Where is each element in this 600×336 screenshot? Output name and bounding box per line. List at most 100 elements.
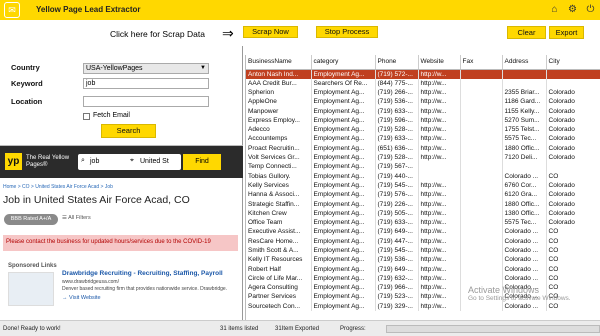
table-cell: http://w... — [418, 301, 461, 311]
table-row[interactable]: Kelly IT Resources Employment Ag... (719) … — [246, 255, 600, 265]
keyword-input[interactable]: job — [83, 78, 209, 89]
table-cell — [502, 78, 547, 88]
results-grid[interactable]: BusinessName category Phone Website Fax Addre… — [245, 55, 600, 320]
ad-title-link[interactable]: Drawbridge Recruiting - Recruiting, Staf… — [62, 270, 223, 277]
clear-button[interactable]: Clear — [507, 26, 546, 39]
all-filters-button[interactable]: ☰ All Filters — [62, 215, 91, 221]
table-cell: Employment Ag... — [311, 217, 376, 228]
table-row[interactable]: ResCare Home... Employment Ag... (719) 447… — [246, 236, 600, 246]
table-cell: Sourcetech Con... — [246, 301, 312, 311]
table-cell: Employment Ag... — [311, 97, 376, 107]
yp-search-what[interactable]: job — [90, 158, 99, 165]
table-row[interactable]: Express Employ... Employment Ag... (719) 5… — [246, 115, 600, 125]
table-cell: http://w... — [418, 217, 461, 228]
column-header[interactable]: Website — [418, 55, 461, 70]
table-row[interactable]: Volt Services Gr... Employment Ag... (719)… — [246, 152, 600, 163]
table-cell: (719) 329-... — [375, 301, 419, 311]
chevron-down-icon: ▼ — [200, 65, 206, 71]
table-cell: Strategic Staffin... — [246, 199, 312, 209]
bbb-filter-chip[interactable]: BBB Rated A+/A — [4, 214, 58, 225]
table-row[interactable]: AAA Credit Bur... Searchers Of Re... (844)… — [246, 78, 600, 88]
table-row[interactable]: Robert Half Employment Ag... (719) 649-...… — [246, 264, 600, 274]
table-cell: Employment Ag... — [311, 171, 376, 181]
table-cell: 6120 Gra... — [502, 190, 547, 200]
table-row[interactable]: Anton Nash Ind... Employment Ag... (719) 5… — [246, 69, 600, 79]
table-cell: CO — [546, 171, 600, 181]
table-cell — [546, 162, 600, 172]
column-header[interactable]: category — [311, 55, 376, 70]
table-cell: Colorado — [546, 134, 600, 144]
gear-icon[interactable]: ⚙ — [566, 3, 579, 16]
table-cell: 1880 Offic... — [502, 199, 547, 209]
column-header[interactable]: City — [546, 55, 600, 70]
table-cell: http://w... — [418, 87, 461, 98]
column-header[interactable]: Phone — [375, 55, 419, 70]
table-row[interactable]: AppleOne Employment Ag... (719) 536-... htt… — [246, 97, 600, 107]
table-row[interactable]: Proact Recruitin... Employment Ag... (651)… — [246, 143, 600, 153]
home-icon[interactable]: ⌂ — [548, 3, 561, 16]
items-exported: 31Item Exported — [275, 326, 320, 332]
results-table: BusinessName category Phone Website Fax Addre… — [246, 55, 600, 311]
column-header[interactable]: Fax — [460, 55, 503, 70]
ad-thumbnail[interactable] — [8, 272, 54, 306]
table-row[interactable]: Kitchen Crew Employment Ag... (719) 505-..… — [246, 208, 600, 218]
table-row[interactable]: Strategic Staffin... Employment Ag... (719… — [246, 199, 600, 209]
table-cell: Employment Ag... — [311, 273, 376, 284]
table-row[interactable]: Temp Connecti... Employment Ag... (719) 56… — [246, 162, 600, 172]
table-cell: (719) 966-... — [375, 283, 419, 293]
yp-find-button[interactable]: Find — [183, 154, 221, 170]
table-row[interactable]: Tobias Gullory. Employment Ag... (719) 440… — [246, 171, 600, 181]
table-row[interactable]: Spherion Employment Ag... (719) 266-... htt… — [246, 87, 600, 98]
column-header[interactable]: Address — [502, 55, 547, 70]
fetch-email-checkbox[interactable] — [83, 113, 90, 120]
table-row[interactable]: Circle of Life Mar... Employment Ag... (71… — [246, 273, 600, 284]
table-row[interactable]: Hanna & Associ... Employment Ag... (719) 5… — [246, 190, 600, 200]
table-row[interactable]: Sourcetech Con... Employment Ag... (719) 3… — [246, 301, 600, 311]
table-row[interactable]: Smith Scott & A... Employment Ag... (719) … — [246, 245, 600, 256]
table-row[interactable]: Manpower Employment Ag... (719) 633-... htt… — [246, 106, 600, 116]
table-cell — [460, 273, 503, 284]
table-cell: Volt Services Gr... — [246, 152, 312, 163]
table-cell — [460, 245, 503, 256]
table-row[interactable]: Adecco Employment Ag... (719) 528-... http:… — [246, 124, 600, 135]
table-row[interactable]: Office Team Employment Ag... (719) 633-...… — [246, 217, 600, 228]
fetch-email-label: Fetch Email — [93, 112, 130, 119]
table-cell: http://w... — [418, 143, 461, 153]
table-cell: Hanna & Associ... — [246, 190, 312, 200]
table-cell: Employment Ag... — [311, 87, 376, 98]
table-cell: 6760 Cor... — [502, 180, 547, 191]
table-cell: 5270 Sum... — [502, 115, 547, 125]
watermark-title: Activate Windows — [468, 285, 540, 295]
table-cell: CO — [546, 273, 600, 284]
table-cell: (719) 523-... — [375, 292, 419, 302]
table-cell: http://w... — [418, 255, 461, 265]
column-header[interactable]: BusinessName — [246, 55, 312, 70]
table-cell — [460, 217, 503, 228]
table-cell: Employment Ag... — [311, 255, 376, 265]
table-row[interactable]: Executive Assist... Employment Ag... (719)… — [246, 227, 600, 237]
search-button[interactable]: Search — [101, 124, 156, 138]
yp-logo[interactable]: yp — [5, 153, 22, 170]
search-icon: ⌕ — [81, 157, 85, 164]
table-cell: http://w... — [418, 69, 461, 79]
power-icon[interactable]: ⏻ — [584, 3, 597, 16]
table-cell: Colorado ... — [502, 301, 547, 311]
yp-search-where[interactable]: United St — [140, 158, 169, 165]
visit-website-link[interactable]: → Visit Website — [62, 295, 101, 301]
table-cell: Employment Ag... — [311, 264, 376, 274]
yp-search-box[interactable]: ⌕ job ⌖ United St — [78, 154, 181, 170]
location-input[interactable] — [83, 96, 209, 107]
scrap-now-button[interactable]: Scrap Now — [243, 26, 298, 38]
stop-process-button[interactable]: Stop Process — [316, 26, 378, 38]
table-row[interactable]: Accountemps Employment Ag... (719) 633-...… — [246, 134, 600, 144]
table-cell: (719) 440-... — [375, 171, 419, 181]
table-cell — [460, 115, 503, 125]
table-row[interactable]: Kelly Services Employment Ag... (719) 545-… — [246, 180, 600, 191]
breadcrumb[interactable]: Home > CO > United States Air Force Acad… — [3, 184, 113, 190]
country-select[interactable]: USA-YellowPages ▼ — [83, 63, 209, 74]
table-cell: Employment Ag... — [311, 301, 376, 311]
table-cell — [460, 106, 503, 116]
table-cell: Proact Recruitin... — [246, 143, 312, 153]
table-cell: (719) 536-... — [375, 97, 419, 107]
export-button[interactable]: Export — [549, 26, 584, 39]
